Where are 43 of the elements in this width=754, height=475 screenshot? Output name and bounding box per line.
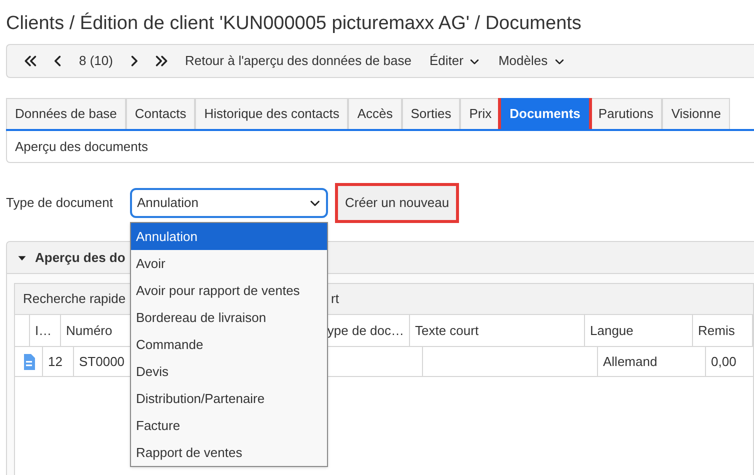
dropdown-option[interactable]: Bordereau de livraison xyxy=(131,304,327,331)
tab[interactable]: Données de base xyxy=(6,98,126,129)
subtab-label: Aperçu des documents xyxy=(15,138,148,156)
menu-button[interactable]: Modèles xyxy=(490,48,573,74)
column-header[interactable]: I… xyxy=(35,320,52,340)
dropdown-option[interactable]: Avoir xyxy=(131,250,327,277)
table-cell-text: Allemand xyxy=(603,352,658,371)
dropdown-option[interactable]: Annulation xyxy=(131,223,327,250)
quick-search-label: Recherche rapide xyxy=(23,291,126,306)
page-title: Clients / Édition de client 'KUN000005 picturemaxx AG' / Documents xyxy=(5,12,582,36)
table-cell-text: ST0000 xyxy=(79,352,125,371)
create-new-button[interactable]: Créer un nouveau xyxy=(338,186,456,220)
table-cell-text: 12 xyxy=(48,352,62,371)
dropdown-option[interactable]: Commande xyxy=(131,331,327,358)
tab[interactable]: Parutions xyxy=(589,98,662,129)
tab[interactable]: Documents xyxy=(500,98,590,129)
tab[interactable]: Prix xyxy=(460,98,501,129)
dropdown-option[interactable]: Avoir pour rapport de ventes xyxy=(131,277,327,304)
panel-title: Aperçu des do xyxy=(35,248,126,267)
document-icon[interactable] xyxy=(22,354,34,370)
column-header[interactable]: Remis xyxy=(698,320,735,340)
tab[interactable]: Accès xyxy=(348,98,402,129)
tab[interactable]: Sorties xyxy=(402,98,460,129)
dropdown-option[interactable]: Rapport de ventes xyxy=(131,439,327,466)
last-page-icon xyxy=(154,54,169,68)
table-cell-text: 0,00 xyxy=(711,352,736,371)
field-label: Type de document xyxy=(6,194,114,212)
toolbar-text: rt xyxy=(331,290,339,308)
dropdown-option[interactable]: Facture xyxy=(131,412,327,439)
tab[interactable]: Contacts xyxy=(126,98,196,129)
menu-button[interactable]: Éditer xyxy=(422,48,488,74)
dropdown-option[interactable]: Devis xyxy=(131,358,327,385)
column-header[interactable]: ype de doc… xyxy=(327,320,404,340)
tab[interactable]: Visionne xyxy=(662,98,730,129)
column-header[interactable]: Numéro xyxy=(66,320,112,340)
back-link[interactable]: Retour à l'aperçu des données de base xyxy=(176,48,420,74)
column-header[interactable]: Texte court xyxy=(415,320,479,340)
column-header[interactable]: Langue xyxy=(590,320,634,340)
tab[interactable]: Historique des contacts xyxy=(195,98,348,129)
dropdown-option[interactable]: Distribution/Partenaire xyxy=(131,385,327,412)
document-type-select[interactable]: Annulation xyxy=(130,188,328,218)
page-counter: 8 (10) xyxy=(78,52,114,70)
first-page-icon xyxy=(23,54,37,68)
